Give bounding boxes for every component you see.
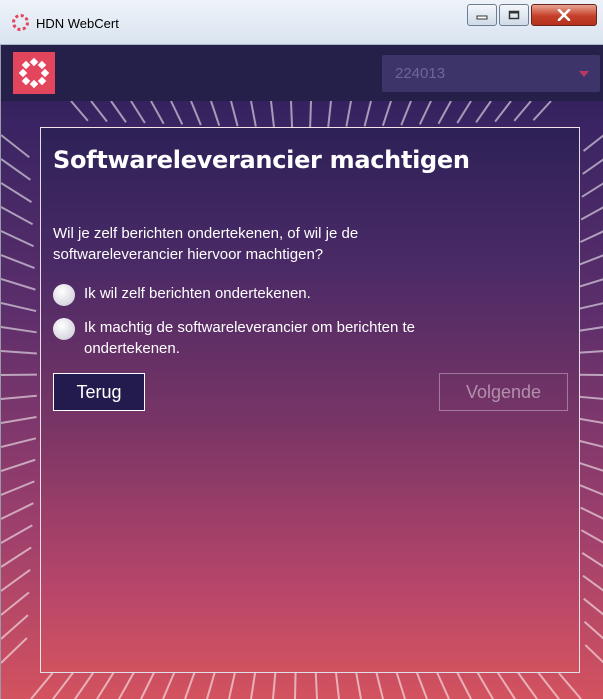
user-select-value: 224013	[395, 65, 446, 82]
dialog-question: Wil je zelf berichten ondertekenen, of w…	[53, 225, 359, 263]
back-button[interactable]: Terug	[53, 373, 145, 411]
app-header: 224013	[1, 45, 603, 101]
dialog-card: Softwareleverancier machtigen Wil je zel…	[40, 127, 580, 673]
option-label-authorize-vendor: Ik machtig de softwareleverancier om ber…	[84, 319, 415, 357]
minimize-button[interactable]	[467, 4, 497, 26]
option-label-sign-self: Ik wil zelf berichten ondertekenen.	[84, 285, 311, 302]
close-icon	[557, 9, 571, 21]
chevron-down-icon	[579, 71, 589, 77]
option-sign-self[interactable]: Ik wil zelf berichten ondertekenen.	[53, 283, 494, 306]
radio-button-sign-self[interactable]	[53, 284, 75, 306]
close-button[interactable]	[531, 4, 597, 26]
user-select-dropdown[interactable]: 224013	[382, 55, 600, 92]
option-authorize-vendor[interactable]: Ik machtig de softwareleverancier om ber…	[53, 317, 494, 359]
dialog-title: Softwareleverancier machtigen	[53, 146, 470, 174]
window-title: HDN WebCert	[36, 16, 119, 31]
minimize-icon	[476, 15, 488, 20]
app-window-content: 224013 Softwareleverancier machtigen Wil…	[0, 45, 603, 699]
hdn-logo-icon	[18, 57, 50, 89]
radio-button-authorize-vendor[interactable]	[53, 318, 75, 340]
hdn-app-icon	[12, 14, 29, 31]
maximize-button[interactable]	[499, 4, 529, 26]
maximize-icon	[508, 10, 520, 20]
next-button[interactable]: Volgende	[439, 373, 568, 411]
hdn-logo	[13, 52, 55, 94]
window-titlebar: HDN WebCert	[0, 0, 603, 45]
